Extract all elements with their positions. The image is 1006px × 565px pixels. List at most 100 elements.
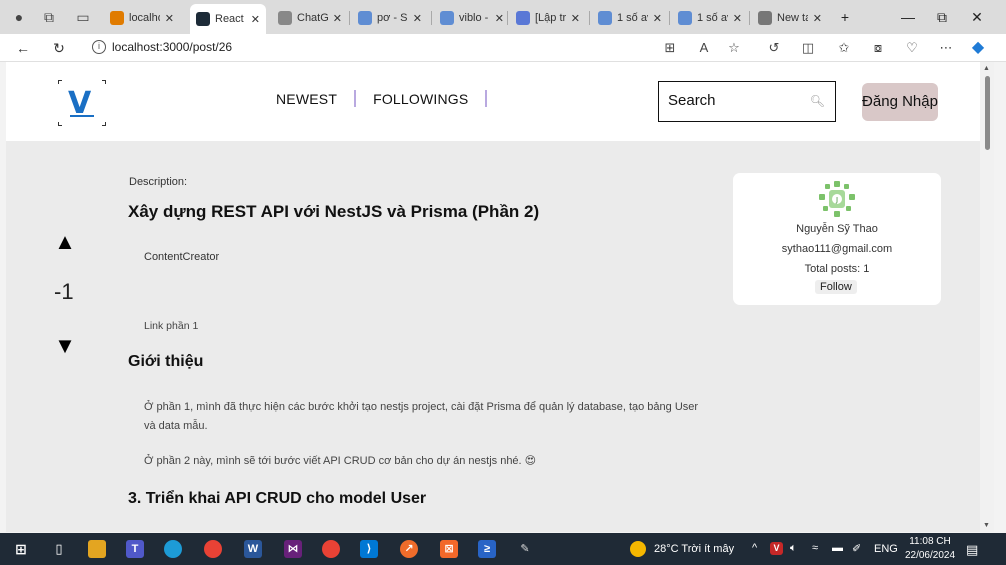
word-icon[interactable]: W xyxy=(244,540,262,558)
workspaces-icon[interactable]: ⧉ xyxy=(40,8,58,26)
tab-separator xyxy=(507,11,508,25)
split-screen-icon[interactable]: ◫ xyxy=(798,39,818,57)
tab-close-icon[interactable]: ✕ xyxy=(571,12,580,25)
tab-title: [Lập trì xyxy=(535,12,566,24)
copilot-icon[interactable]: ◆ xyxy=(968,39,988,57)
weather-icon[interactable] xyxy=(630,541,646,557)
site-logo[interactable]: V xyxy=(58,80,106,126)
tab-close-icon[interactable]: ✕ xyxy=(413,12,422,25)
minimize-button[interactable]: — xyxy=(893,6,923,28)
author-avatar[interactable]: J xyxy=(819,181,855,217)
follow-button[interactable]: Follow xyxy=(815,280,857,294)
address-bar: ← ↻ i localhost:3000/post/26 ⊞ A ☆ ↺ ◫ ✩… xyxy=(0,34,1006,62)
page-viewport: V NEWEST FOLLOWINGS 🔍︎ Đăng Nhập ▲ -1 ▼ … xyxy=(6,62,980,532)
tab-separator xyxy=(431,11,432,25)
back-icon[interactable]: ← xyxy=(12,38,34,58)
browser-tab[interactable]: ChatGP ✕ xyxy=(272,4,348,32)
restore-button[interactable]: ⧉ xyxy=(927,6,957,28)
start-icon[interactable]: ⊞ xyxy=(12,540,30,558)
clock-time[interactable]: 11:08 CH xyxy=(908,536,952,547)
tab-close-icon[interactable]: ✕ xyxy=(653,12,662,25)
notifications-icon[interactable]: ▤ xyxy=(966,542,978,558)
author-name[interactable]: Nguyễn Sỹ Thao xyxy=(733,223,941,235)
url-text[interactable]: localhost:3000/post/26 xyxy=(112,40,232,54)
windows-taskbar: ⊞ ▯ T W ⋈ ⟩ ↗ ⊠ ≥ ✎ 28°C Trời ít mây ^ V… xyxy=(0,533,1006,565)
tab-favicon-icon xyxy=(278,11,292,25)
section-heading: 3. Triển khai API CRUD cho model User xyxy=(128,490,427,507)
tab-close-icon[interactable]: ✕ xyxy=(165,12,174,25)
postman-icon[interactable]: ↗ xyxy=(400,540,418,558)
browser-tab[interactable]: 1 số av ✕ xyxy=(592,4,668,32)
tab-close-icon[interactable]: ✕ xyxy=(813,12,822,25)
tab-close-icon[interactable]: ✕ xyxy=(333,12,342,25)
scroll-up-icon[interactable]: ▲ xyxy=(983,65,990,72)
nav-followings[interactable]: FOLLOWINGS xyxy=(373,91,468,107)
tab-close-icon[interactable]: ✕ xyxy=(733,12,742,25)
more-icon[interactable]: ⋯ xyxy=(936,39,956,57)
login-button[interactable]: Đăng Nhập xyxy=(862,83,938,121)
refresh-ext-icon[interactable]: ↺ xyxy=(764,39,784,57)
tab-favicon-icon xyxy=(440,11,454,25)
tab-favicon-icon xyxy=(678,11,692,25)
paint-icon[interactable]: ✎ xyxy=(516,540,534,558)
powershell-icon[interactable]: ≥ xyxy=(478,540,496,558)
tab-separator xyxy=(349,11,350,25)
browser-tab[interactable]: New ta ✕ xyxy=(752,4,828,32)
new-tab-button[interactable]: + xyxy=(830,6,860,28)
weather-text[interactable]: 28°C Trời ít mây xyxy=(654,543,734,555)
refresh-icon[interactable]: ↻ xyxy=(48,38,70,58)
read-aloud-icon[interactable]: A xyxy=(694,39,714,57)
browser-tab[interactable]: React A ✕ xyxy=(190,4,266,34)
tab-actions-icon[interactable]: ▭ xyxy=(74,8,92,26)
edge-icon[interactable] xyxy=(164,540,182,558)
app-available-icon[interactable]: ⊞ xyxy=(660,39,680,57)
xampp-icon[interactable]: ⊠ xyxy=(440,540,458,558)
browser-tab[interactable]: [Lập trì ✕ xyxy=(510,4,586,32)
favorites-icon[interactable]: ✩ xyxy=(834,39,854,57)
scrollbar-thumb[interactable] xyxy=(985,76,990,150)
collections-icon[interactable]: ⧇ xyxy=(868,39,888,57)
search-box: 🔍︎ xyxy=(658,81,836,122)
site-info-icon[interactable]: i xyxy=(92,40,106,54)
file-explorer-icon[interactable] xyxy=(88,540,106,558)
part1-link[interactable]: Link phần 1 xyxy=(144,320,198,332)
battery-icon[interactable]: ▬ xyxy=(832,542,843,554)
browser-tab-strip: ● ⧉ ▭ localho✕ React A✕ChatGP✕pơ - Se✕vib… xyxy=(0,0,1006,34)
visual-studio-icon[interactable]: ⋈ xyxy=(284,540,302,558)
clock-date[interactable]: 22/06/2024 xyxy=(900,550,960,561)
health-icon[interactable]: ♡ xyxy=(902,39,922,57)
nav-newest[interactable]: NEWEST xyxy=(276,91,337,107)
favorite-star-icon[interactable]: ☆ xyxy=(724,39,744,57)
tab-close-icon[interactable]: ✕ xyxy=(251,13,260,26)
chrome-profile-icon[interactable] xyxy=(322,540,340,558)
browser-tab[interactable]: pơ - Se ✕ xyxy=(352,4,428,32)
input-language[interactable]: ENG xyxy=(874,543,898,555)
author-email: sythao111@gmail.com xyxy=(781,243,893,255)
tray-app-icon[interactable]: V xyxy=(770,542,783,555)
teams-icon[interactable]: T xyxy=(126,540,144,558)
tab-favicon-icon xyxy=(516,11,530,25)
tab-favicon-icon xyxy=(598,11,612,25)
browser-tab[interactable]: localho ✕ xyxy=(104,4,180,32)
chrome-icon[interactable] xyxy=(204,540,222,558)
page-scrollbar[interactable]: ▲ ▼ xyxy=(980,62,994,532)
volume-icon[interactable]: 🔈︎ xyxy=(790,542,797,555)
task-view-icon[interactable]: ▯ xyxy=(50,540,68,558)
browser-tab[interactable]: 1 số av ✕ xyxy=(672,4,748,32)
browser-tab[interactable]: viblo - ✕ xyxy=(434,4,510,32)
tab-separator xyxy=(589,11,590,25)
tray-chevron-icon[interactable]: ^ xyxy=(752,542,757,554)
search-icon[interactable]: 🔍︎ xyxy=(810,94,825,108)
search-input[interactable] xyxy=(668,92,808,109)
pen-icon[interactable]: ✐ xyxy=(852,542,861,555)
downvote-button[interactable]: ▼ xyxy=(54,333,76,359)
scroll-down-icon[interactable]: ▼ xyxy=(983,522,990,529)
tab-title: 1 số av xyxy=(617,12,648,24)
close-window-button[interactable]: ✕ xyxy=(962,6,992,28)
vscode-icon[interactable]: ⟩ xyxy=(360,540,378,558)
wifi-icon[interactable]: ≈ xyxy=(812,542,818,554)
tab-close-icon[interactable]: ✕ xyxy=(495,12,504,25)
description-label: Description: xyxy=(129,176,188,188)
profile-icon[interactable]: ● xyxy=(10,8,28,26)
upvote-button[interactable]: ▲ xyxy=(54,229,76,255)
